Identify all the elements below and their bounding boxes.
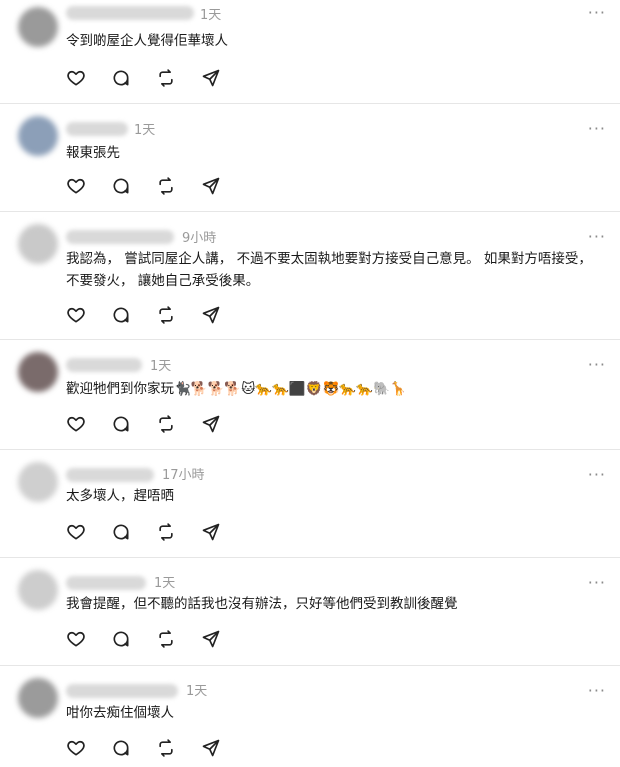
more-icon[interactable]: ··· <box>588 5 606 21</box>
username[interactable]: user_2 <box>66 122 128 136</box>
repost-icon[interactable] <box>156 68 176 88</box>
comment-post: user_7 1天 ··· 咁你去痴住個壞人 <box>0 666 620 767</box>
repost-icon[interactable] <box>156 738 176 758</box>
heart-icon[interactable] <box>66 629 86 649</box>
comment-icon[interactable] <box>111 176 131 196</box>
more-icon[interactable]: ··· <box>588 467 606 483</box>
timestamp: 1天 <box>134 123 156 138</box>
more-icon[interactable]: ··· <box>588 229 606 245</box>
comment-text: 太多壞人，趕唔晒 <box>66 488 174 504</box>
comment-text: 我會提醒，但不聽的話我也沒有辦法，只好等他們受到教訓後醒覺 <box>66 596 458 612</box>
comment-text: 報東張先 <box>66 145 120 161</box>
comment-icon[interactable] <box>111 522 131 542</box>
share-icon[interactable] <box>201 305 221 325</box>
heart-icon[interactable] <box>66 738 86 758</box>
action-bar <box>66 414 221 434</box>
comment-text: 令到啲屋企人覺得佢華壞人 <box>66 33 228 49</box>
action-bar <box>66 629 221 649</box>
comment-icon[interactable] <box>111 629 131 649</box>
avatar[interactable] <box>18 224 58 264</box>
avatar[interactable] <box>18 116 58 156</box>
action-bar <box>66 738 221 758</box>
username[interactable]: user_1 <box>66 6 194 20</box>
comment-post: user_1 1天 ··· 令到啲屋企人覺得佢華壞人 <box>0 0 620 104</box>
action-bar <box>66 176 221 196</box>
share-icon[interactable] <box>201 176 221 196</box>
repost-icon[interactable] <box>156 629 176 649</box>
more-icon[interactable]: ··· <box>588 683 606 699</box>
more-icon[interactable]: ··· <box>588 121 606 137</box>
comment-post: user_4 1天 ··· 歡迎牠們到你家玩🐈‍⬛🐕🐕🐕🐱🐆🐆⬛🦁🐯🐆🐆🐘🦒 <box>0 340 620 450</box>
heart-icon[interactable] <box>66 414 86 434</box>
heart-icon[interactable] <box>66 522 86 542</box>
comment-icon[interactable] <box>111 738 131 758</box>
comment-icon[interactable] <box>111 305 131 325</box>
timestamp: 9小時 <box>182 231 217 246</box>
action-bar <box>66 522 221 542</box>
share-icon[interactable] <box>201 522 221 542</box>
timestamp: 1天 <box>186 684 208 699</box>
share-icon[interactable] <box>201 629 221 649</box>
comment-text: 咁你去痴住個壞人 <box>66 705 174 721</box>
repost-icon[interactable] <box>156 522 176 542</box>
avatar[interactable] <box>18 570 58 610</box>
repost-icon[interactable] <box>156 414 176 434</box>
avatar[interactable] <box>18 7 58 47</box>
avatar[interactable] <box>18 352 58 392</box>
comment-icon[interactable] <box>111 414 131 434</box>
action-bar <box>66 68 221 88</box>
comment-feed: user_1 1天 ··· 令到啲屋企人覺得佢華壞人 user_2 1天 ···… <box>0 0 620 767</box>
comment-icon[interactable] <box>111 68 131 88</box>
repost-icon[interactable] <box>156 176 176 196</box>
username[interactable]: user_4 <box>66 358 142 372</box>
timestamp: 1天 <box>150 359 172 374</box>
comment-post: user_6 1天 ··· 我會提醒，但不聽的話我也沒有辦法，只好等他們受到教訓… <box>0 558 620 666</box>
share-icon[interactable] <box>201 68 221 88</box>
more-icon[interactable]: ··· <box>588 357 606 373</box>
comment-post: user_3 9小時 ··· 我認為， 嘗試同屋企人講， 不過不要太固執地要對方… <box>0 212 620 340</box>
timestamp: 17小時 <box>162 468 205 483</box>
heart-icon[interactable] <box>66 68 86 88</box>
timestamp: 1天 <box>200 8 222 23</box>
action-bar <box>66 305 221 325</box>
comment-post: user_5 17小時 ··· 太多壞人，趕唔晒 <box>0 450 620 558</box>
comment-text: 我認為， 嘗試同屋企人講， 不過不要太固執地要對方接受自己意見。 如果對方唔接受… <box>66 251 592 289</box>
heart-icon[interactable] <box>66 176 86 196</box>
heart-icon[interactable] <box>66 305 86 325</box>
comment-text: 歡迎牠們到你家玩🐈‍⬛🐕🐕🐕🐱🐆🐆⬛🦁🐯🐆🐆🐘🦒 <box>66 381 407 397</box>
avatar[interactable] <box>18 678 58 718</box>
username[interactable]: user_6 <box>66 576 146 590</box>
comment-post: user_2 1天 ··· 報東張先 <box>0 104 620 212</box>
avatar[interactable] <box>18 462 58 502</box>
more-icon[interactable]: ··· <box>588 575 606 591</box>
share-icon[interactable] <box>201 738 221 758</box>
username[interactable]: user_3 <box>66 230 174 244</box>
share-icon[interactable] <box>201 414 221 434</box>
repost-icon[interactable] <box>156 305 176 325</box>
timestamp: 1天 <box>154 576 176 591</box>
username[interactable]: user_7 <box>66 684 178 698</box>
username[interactable]: user_5 <box>66 468 154 482</box>
